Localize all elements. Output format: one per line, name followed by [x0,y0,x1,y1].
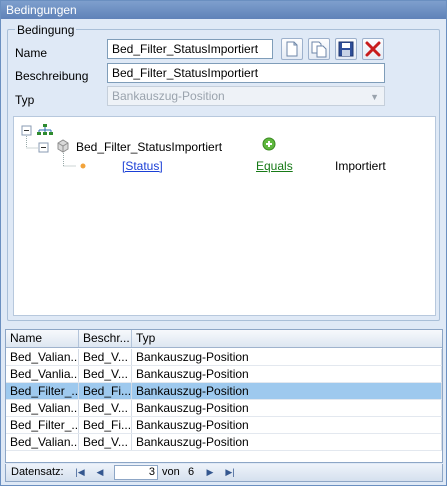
table-cell: Bed_Filter_... [6,417,79,433]
condition-group-icon [57,139,69,153]
save-icon [338,41,354,57]
save-button[interactable] [335,38,357,60]
column-header-beschreibung[interactable]: Beschr... [79,330,132,347]
condition-bullet-icon [80,163,86,169]
table-cell: Bed_Valian... [6,349,79,365]
table-cell: Bed_Valian... [6,434,79,450]
condition-operator-link[interactable]: Equals [256,159,293,173]
table-cell: Bed_Vanlia... [6,366,79,382]
window-title: Bedingungen [1,1,446,19]
conditions-grid: Name Beschr... Typ Bed_Valian... Bed_V...… [5,329,443,463]
table-cell: Bed_Filter_... [6,383,79,399]
bedingungen-window: Bedingungen Bedingung Name Bed_Filter_St… [0,0,447,486]
table-cell: Bed_V... [79,349,132,365]
dropdown-arrow-icon: ▼ [370,92,379,102]
table-cell: Bed_Fi... [79,417,132,433]
copy-button[interactable] [308,38,330,60]
navigator-of-label: von [162,466,180,478]
navigator-label: Datensatz: [11,466,64,478]
new-button[interactable] [281,38,303,60]
column-header-typ[interactable]: Typ [132,330,442,347]
table-cell: Bankauszug-Position [132,349,442,365]
delete-button[interactable] [362,38,384,60]
table-cell: Bankauszug-Position [132,383,442,399]
hierarchy-root-icon [37,124,53,135]
record-navigator: Datensatz: |◀ ◀ 3 von 6 ▶ ▶| [5,464,443,482]
condition-tree: Bed_Filter_StatusImportiert [Status] Equ… [13,116,436,316]
table-cell: Bankauszug-Position [132,366,442,382]
table-row[interactable]: Bed_Valian... Bed_V... Bankauszug-Position [6,434,442,451]
first-record-icon[interactable]: |◀ [74,466,86,479]
table-row[interactable]: Bed_Valian... Bed_V... Bankauszug-Position [6,400,442,417]
table-cell: Bankauszug-Position [132,434,442,450]
delete-icon [365,41,381,57]
table-row[interactable]: Bed_Valian... Bed_V... Bankauszug-Position [6,349,442,366]
name-field[interactable]: Bed_Filter_StatusImportiert [107,39,273,59]
navigator-total: 6 [188,466,195,478]
add-condition-icon[interactable] [262,137,276,151]
typ-combobox: Bankauszug-Position ▼ [107,86,385,106]
table-cell: Bankauszug-Position [132,400,442,416]
column-header-name[interactable]: Name [6,330,79,347]
typ-label: Typ [15,93,35,107]
tree-node-label[interactable]: Bed_Filter_StatusImportiert [76,140,222,154]
table-cell: Bed_V... [79,366,132,382]
name-label: Name [15,46,48,60]
condition-value[interactable]: Importiert [335,159,386,173]
typ-value: Bankauszug-Position [112,89,225,103]
table-cell: Bed_V... [79,400,132,416]
grid-header: Name Beschr... Typ [6,330,442,348]
last-record-icon[interactable]: ▶| [224,466,236,479]
beschreibung-field[interactable]: Bed_Filter_StatusImportiert [107,63,385,83]
table-cell: Bankauszug-Position [132,417,442,433]
condition-field-link[interactable]: [Status] [122,159,163,173]
table-row[interactable]: Bed_Vanlia... Bed_V... Bankauszug-Position [6,366,442,383]
current-record-input[interactable]: 3 [114,465,158,480]
table-row[interactable]: Bed_Filter_... Bed_Fi... Bankauszug-Positi… [6,383,442,400]
new-document-icon [286,41,298,57]
table-row[interactable]: Bed_Filter_... Bed_Fi... Bankauszug-Positi… [6,417,442,434]
table-cell: Bed_Fi... [79,383,132,399]
copy-icon [311,41,327,58]
groupbox-title: Bedingung [15,23,77,37]
previous-record-icon[interactable]: ◀ [94,466,106,479]
table-cell: Bed_Valian... [6,400,79,416]
table-cell: Bed_V... [79,434,132,450]
next-record-icon[interactable]: ▶ [204,466,216,479]
beschreibung-label: Beschreibung [15,69,89,83]
